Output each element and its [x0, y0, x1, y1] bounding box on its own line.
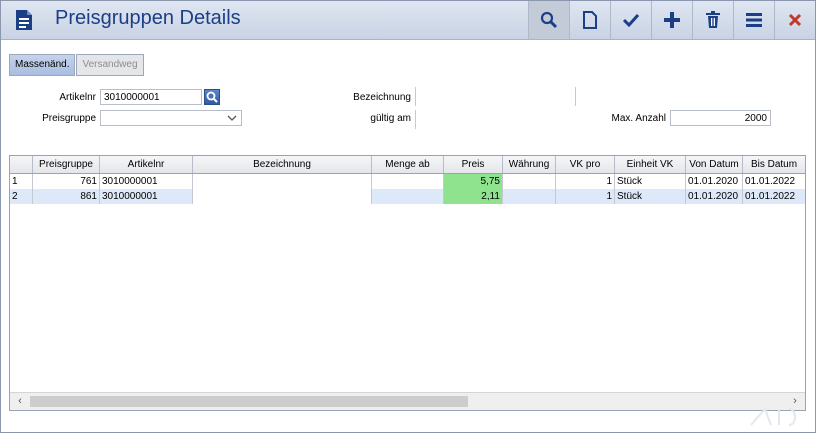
- cell-bis-datum: 01.01.2022: [745, 191, 796, 202]
- new-document-icon: [583, 11, 597, 29]
- cell-artikelnr: 3010000001: [100, 174, 193, 189]
- page-title: Preisgruppen Details: [55, 7, 241, 29]
- gueltig-label: gültig am: [370, 113, 411, 124]
- gueltig-field[interactable]: [415, 110, 576, 129]
- tab-massenaenderung[interactable]: Massenänd.: [9, 54, 76, 76]
- header-preisgruppe[interactable]: Preisgruppe: [33, 156, 100, 173]
- header-preis[interactable]: Preis: [444, 156, 503, 173]
- cell-preis: 5,75: [444, 174, 503, 189]
- artikelnr-label: Artikelnr: [59, 92, 96, 103]
- table-row[interactable]: 2 861 3010000001 2,11 1 Stück 01.01.2020…: [10, 189, 805, 204]
- trash-icon: [706, 11, 720, 28]
- price-table: Preisgruppe Artikelnr Bezeichnung Menge …: [9, 155, 806, 411]
- chevron-down-icon: [227, 115, 237, 121]
- menu-button[interactable]: [733, 1, 774, 39]
- cell-waehrung: [503, 189, 556, 204]
- header-bis-datum[interactable]: Bis Datum: [743, 156, 805, 173]
- horizontal-scrollbar[interactable]: ‹ ›: [10, 392, 805, 410]
- cell-bis-datum: 01.01.2022: [745, 176, 796, 187]
- bezeichnung-label: Bezeichnung: [353, 92, 411, 103]
- checkmark-icon: [623, 13, 639, 27]
- header-artikelnr[interactable]: Artikelnr: [100, 156, 193, 173]
- table-row[interactable]: 1 761 3010000001 5,75 1 Stück 01.01.2020…: [10, 174, 805, 189]
- table-header: Preisgruppe Artikelnr Bezeichnung Menge …: [10, 156, 805, 174]
- header-von-datum[interactable]: Von Datum: [686, 156, 743, 173]
- header-einheit-vk[interactable]: Einheit VK: [615, 156, 686, 173]
- add-button[interactable]: [651, 1, 692, 39]
- search-icon: [206, 91, 218, 103]
- search-button[interactable]: [528, 1, 569, 39]
- document-icon: [16, 10, 32, 30]
- cell-preisgruppe: 761: [33, 174, 100, 189]
- max-anzahl-label: Max. Anzahl: [611, 113, 666, 124]
- plus-icon: [664, 12, 680, 28]
- cell-einheit-vk: Stück: [615, 174, 686, 189]
- header-index: [10, 156, 33, 173]
- search-icon: [540, 11, 558, 29]
- cell-vk-pro: 1: [556, 174, 615, 189]
- close-button[interactable]: [774, 1, 815, 39]
- header-menge-ab[interactable]: Menge ab: [372, 156, 444, 173]
- cell-menge-ab: [372, 174, 444, 189]
- cell-preis: 2,11: [444, 189, 503, 204]
- cell-vk-pro: 1: [556, 189, 615, 204]
- header-bezeichnung[interactable]: Bezeichnung: [193, 156, 372, 173]
- cell-von-datum: 01.01.2020: [686, 174, 743, 189]
- cell-artikelnr: 3010000001: [100, 189, 193, 204]
- window: Preisgruppen Details Massenänd. Versandw…: [0, 0, 816, 433]
- cell-von-datum: 01.01.2020: [686, 189, 743, 204]
- cell-bezeichnung: [193, 174, 372, 189]
- cell-einheit-vk: Stück: [615, 189, 686, 204]
- row-index: 1: [10, 174, 33, 189]
- row-index: 2: [10, 189, 33, 204]
- header-waehrung[interactable]: Währung: [503, 156, 556, 173]
- tab-versandweg[interactable]: Versandweg: [76, 54, 144, 76]
- cell-menge-ab: [372, 189, 444, 204]
- toolbar: [528, 1, 815, 39]
- preisgruppe-label: Preisgruppe: [42, 113, 96, 124]
- header-vk-pro[interactable]: VK pro: [556, 156, 615, 173]
- artikelnr-input[interactable]: 3010000001: [100, 89, 202, 105]
- tab-bar: Massenänd. Versandweg: [9, 54, 145, 76]
- max-anzahl-input[interactable]: 2000: [670, 110, 771, 126]
- preisgruppe-select[interactable]: [100, 110, 242, 126]
- watermark-logo: [750, 407, 796, 426]
- title-bar: Preisgruppen Details: [1, 1, 815, 40]
- delete-button[interactable]: [692, 1, 733, 39]
- confirm-button[interactable]: [610, 1, 651, 39]
- scroll-left-arrow[interactable]: ‹: [12, 393, 28, 410]
- artikel-search-button[interactable]: [204, 89, 220, 105]
- cell-bezeichnung: [193, 189, 372, 204]
- cell-waehrung: [503, 174, 556, 189]
- close-icon: [788, 13, 802, 27]
- bezeichnung-field[interactable]: [415, 87, 576, 106]
- scrollbar-thumb[interactable]: [30, 396, 468, 407]
- menu-icon: [746, 13, 762, 27]
- cell-preisgruppe: 861: [33, 189, 100, 204]
- new-button[interactable]: [569, 1, 610, 39]
